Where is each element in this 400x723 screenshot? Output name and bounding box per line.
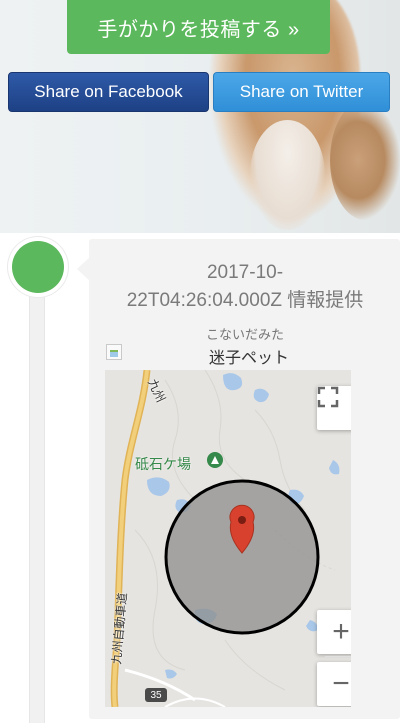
timeline-line (29, 263, 45, 723)
hero-banner: 手がかりを投稿する » Share on Facebook Share on T… (0, 0, 400, 233)
zoom-out-button[interactable]: − (317, 662, 351, 706)
timestamp-line-1: 2017-10- (206, 262, 284, 283)
timestamp-line-2: 22T04:26:04.000Z 情報提供 (126, 290, 364, 311)
timeline-timestamp: 2017-10- 22T04:26:04.000Z 情報提供 (100, 259, 390, 315)
map-canvas (110, 370, 340, 707)
map[interactable]: 砥石ケ場 九州 九州自動車道 35 + − (105, 370, 351, 707)
fullscreen-button[interactable] (317, 386, 351, 430)
post-clue-button[interactable]: 手がかりを投稿する » (67, 0, 330, 54)
author-name: こないだみた (205, 327, 284, 342)
timeline-dot (12, 241, 64, 293)
share-twitter-button[interactable]: Share on Twitter (213, 72, 390, 112)
place-label: 砥石ケ場 (135, 456, 191, 472)
image-alt-text: 迷子ペット (209, 350, 290, 367)
zoom-divider (325, 656, 351, 657)
share-facebook-button[interactable]: Share on Facebook (8, 72, 209, 112)
fullscreen-icon (317, 386, 339, 408)
zoom-in-button[interactable]: + (317, 610, 351, 654)
card-arrow (77, 257, 90, 281)
timeline: 2017-10- 22T04:26:04.000Z 情報提供 こないだみた 迷子… (0, 233, 400, 723)
broken-image-icon (106, 344, 122, 360)
pet-photo-detail (330, 100, 400, 220)
pet-photo-detail-light (250, 120, 325, 230)
route-badge: 35 (145, 688, 167, 702)
